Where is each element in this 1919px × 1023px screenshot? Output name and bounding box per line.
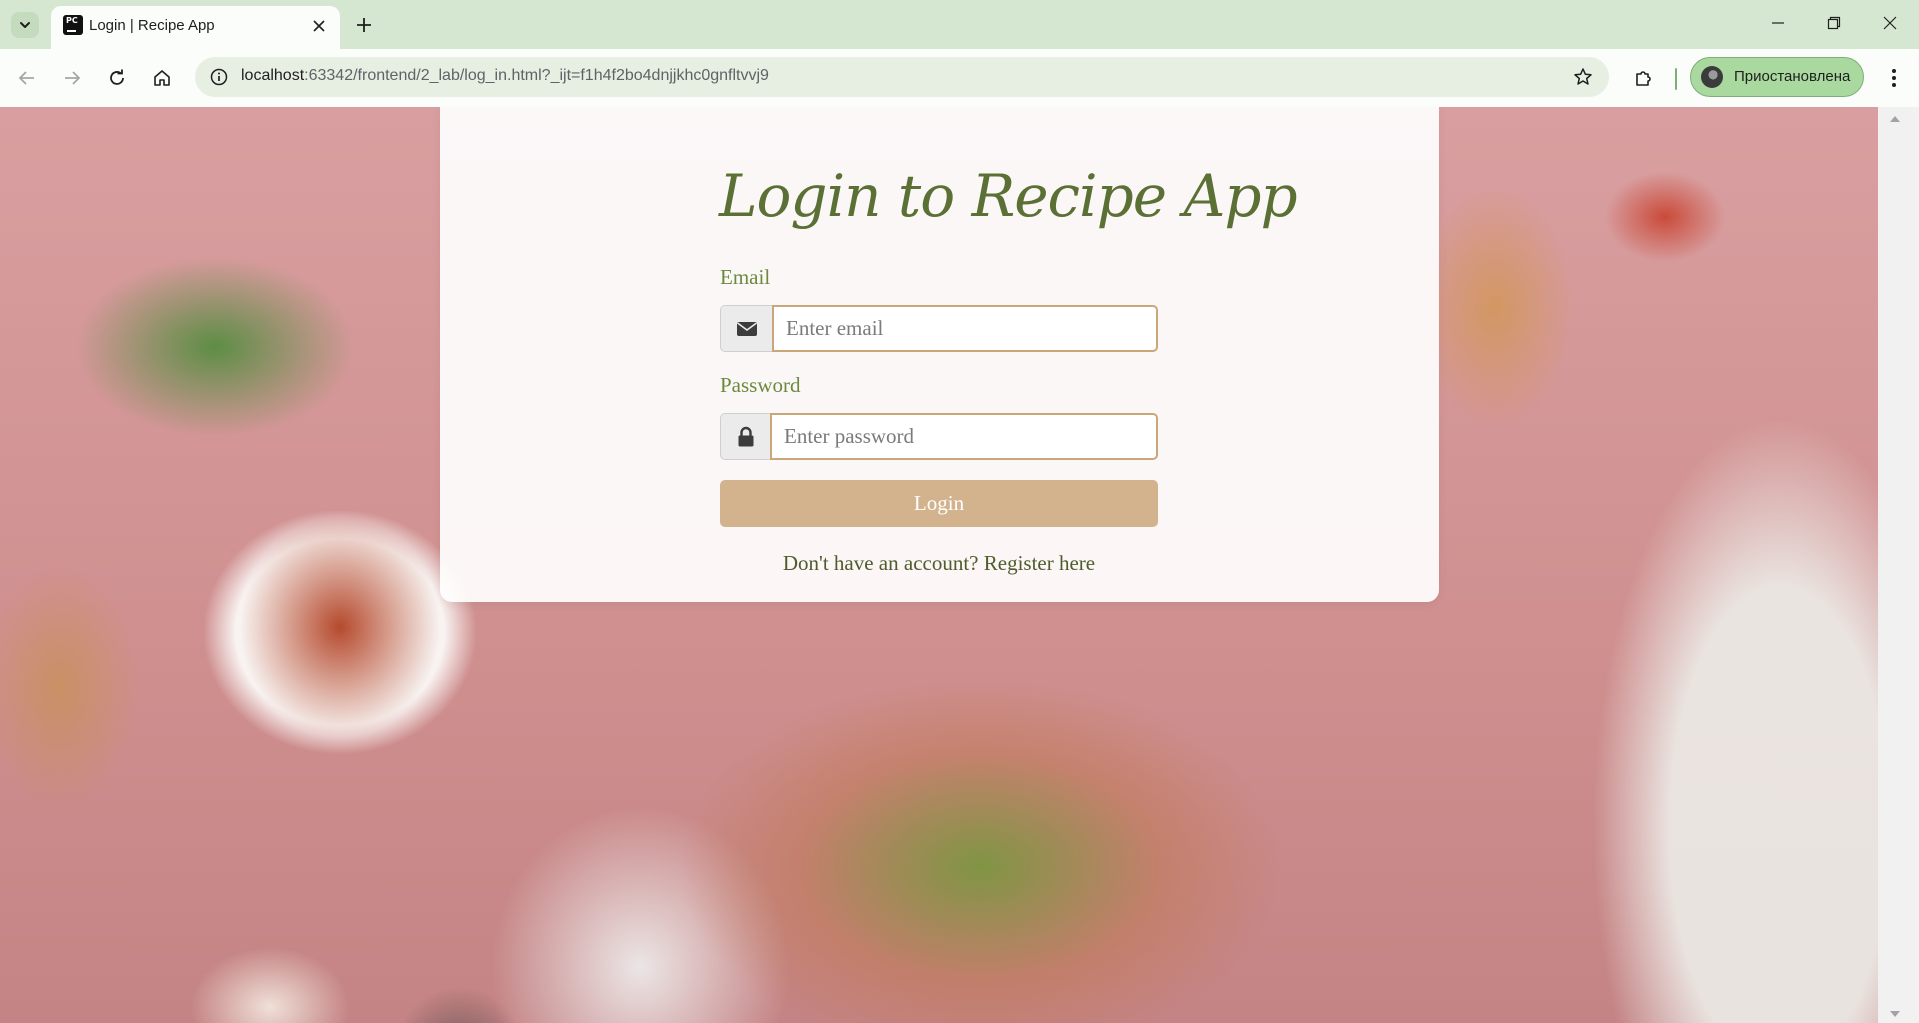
home-icon — [154, 70, 170, 86]
email-label: Email — [720, 265, 771, 289]
url-path: :63342/frontend/2_lab/log_in.html?_ijt=f… — [304, 67, 769, 84]
page-scrollbar[interactable] — [1878, 107, 1919, 1023]
scroll-down-arrow-icon[interactable] — [1890, 1011, 1900, 1017]
scroll-up-arrow-icon[interactable] — [1890, 116, 1900, 122]
kebab-menu-icon — [1892, 69, 1896, 87]
site-info-button[interactable] — [205, 63, 233, 91]
email-input[interactable] — [772, 305, 1158, 352]
register-prompt-text: Don't have an account? — [782, 551, 984, 575]
login-card: Login to Recipe App Email Password Login… — [440, 107, 1439, 602]
reload-icon — [110, 69, 124, 85]
active-tab[interactable]: PC Login | Recipe App — [51, 6, 340, 49]
arrow-left-icon — [18, 71, 34, 85]
bookmark-button[interactable] — [1569, 63, 1597, 91]
url-text[interactable]: localhost:63342/frontend/2_lab/log_in.ht… — [241, 67, 769, 85]
lock-icon — [738, 426, 753, 446]
puzzle-icon — [1636, 71, 1651, 86]
extensions-button[interactable] — [1628, 62, 1660, 94]
reload-button[interactable] — [101, 62, 133, 94]
home-button[interactable] — [146, 62, 178, 94]
close-icon — [1883, 16, 1897, 30]
password-input[interactable] — [770, 413, 1158, 460]
password-addon — [720, 413, 770, 460]
tab-strip: PC Login | Recipe App — [0, 0, 1919, 49]
page-title: Login to Recipe App — [719, 162, 1298, 230]
password-label: Password — [720, 373, 801, 397]
envelope-icon — [736, 321, 757, 336]
minimize-icon — [1772, 22, 1784, 24]
restore-button[interactable] — [1806, 0, 1862, 46]
register-prompt: Don't have an account? Register here — [720, 551, 1158, 576]
arrow-right-icon — [65, 71, 81, 85]
url-host: localhost — [241, 67, 305, 84]
address-bar[interactable]: localhost:63342/frontend/2_lab/log_in.ht… — [195, 57, 1609, 97]
forward-button[interactable] — [56, 62, 88, 94]
register-link[interactable]: Register here — [984, 551, 1095, 575]
profile-status-label: Приостановлена — [1734, 68, 1851, 85]
tab-title: Login | Recipe App — [89, 17, 215, 34]
tab-search-button[interactable] — [11, 12, 39, 38]
browser-menu-button[interactable] — [1878, 62, 1910, 94]
avatar — [1701, 66, 1723, 88]
email-addon — [720, 305, 772, 352]
plus-icon — [357, 18, 371, 32]
email-input-group — [720, 305, 1158, 352]
pycharm-favicon-icon: PC — [63, 15, 83, 35]
new-tab-button[interactable] — [350, 12, 378, 38]
info-icon — [210, 68, 228, 86]
close-tab-button[interactable] — [307, 14, 331, 38]
profile-button[interactable]: Приостановлена — [1690, 57, 1864, 97]
minimize-button[interactable] — [1750, 0, 1806, 46]
back-button[interactable] — [11, 62, 43, 94]
password-input-group — [720, 413, 1158, 460]
close-icon — [313, 20, 325, 32]
browser-toolbar: localhost:63342/frontend/2_lab/log_in.ht… — [0, 49, 1919, 107]
toolbar-separator — [1675, 68, 1677, 90]
page-background: Login to Recipe App Email Password Login… — [0, 107, 1878, 1023]
login-button[interactable]: Login — [720, 480, 1158, 527]
restore-icon — [1827, 16, 1841, 30]
chevron-down-icon — [20, 22, 30, 28]
star-icon — [1574, 68, 1592, 85]
close-window-button[interactable] — [1862, 0, 1918, 46]
